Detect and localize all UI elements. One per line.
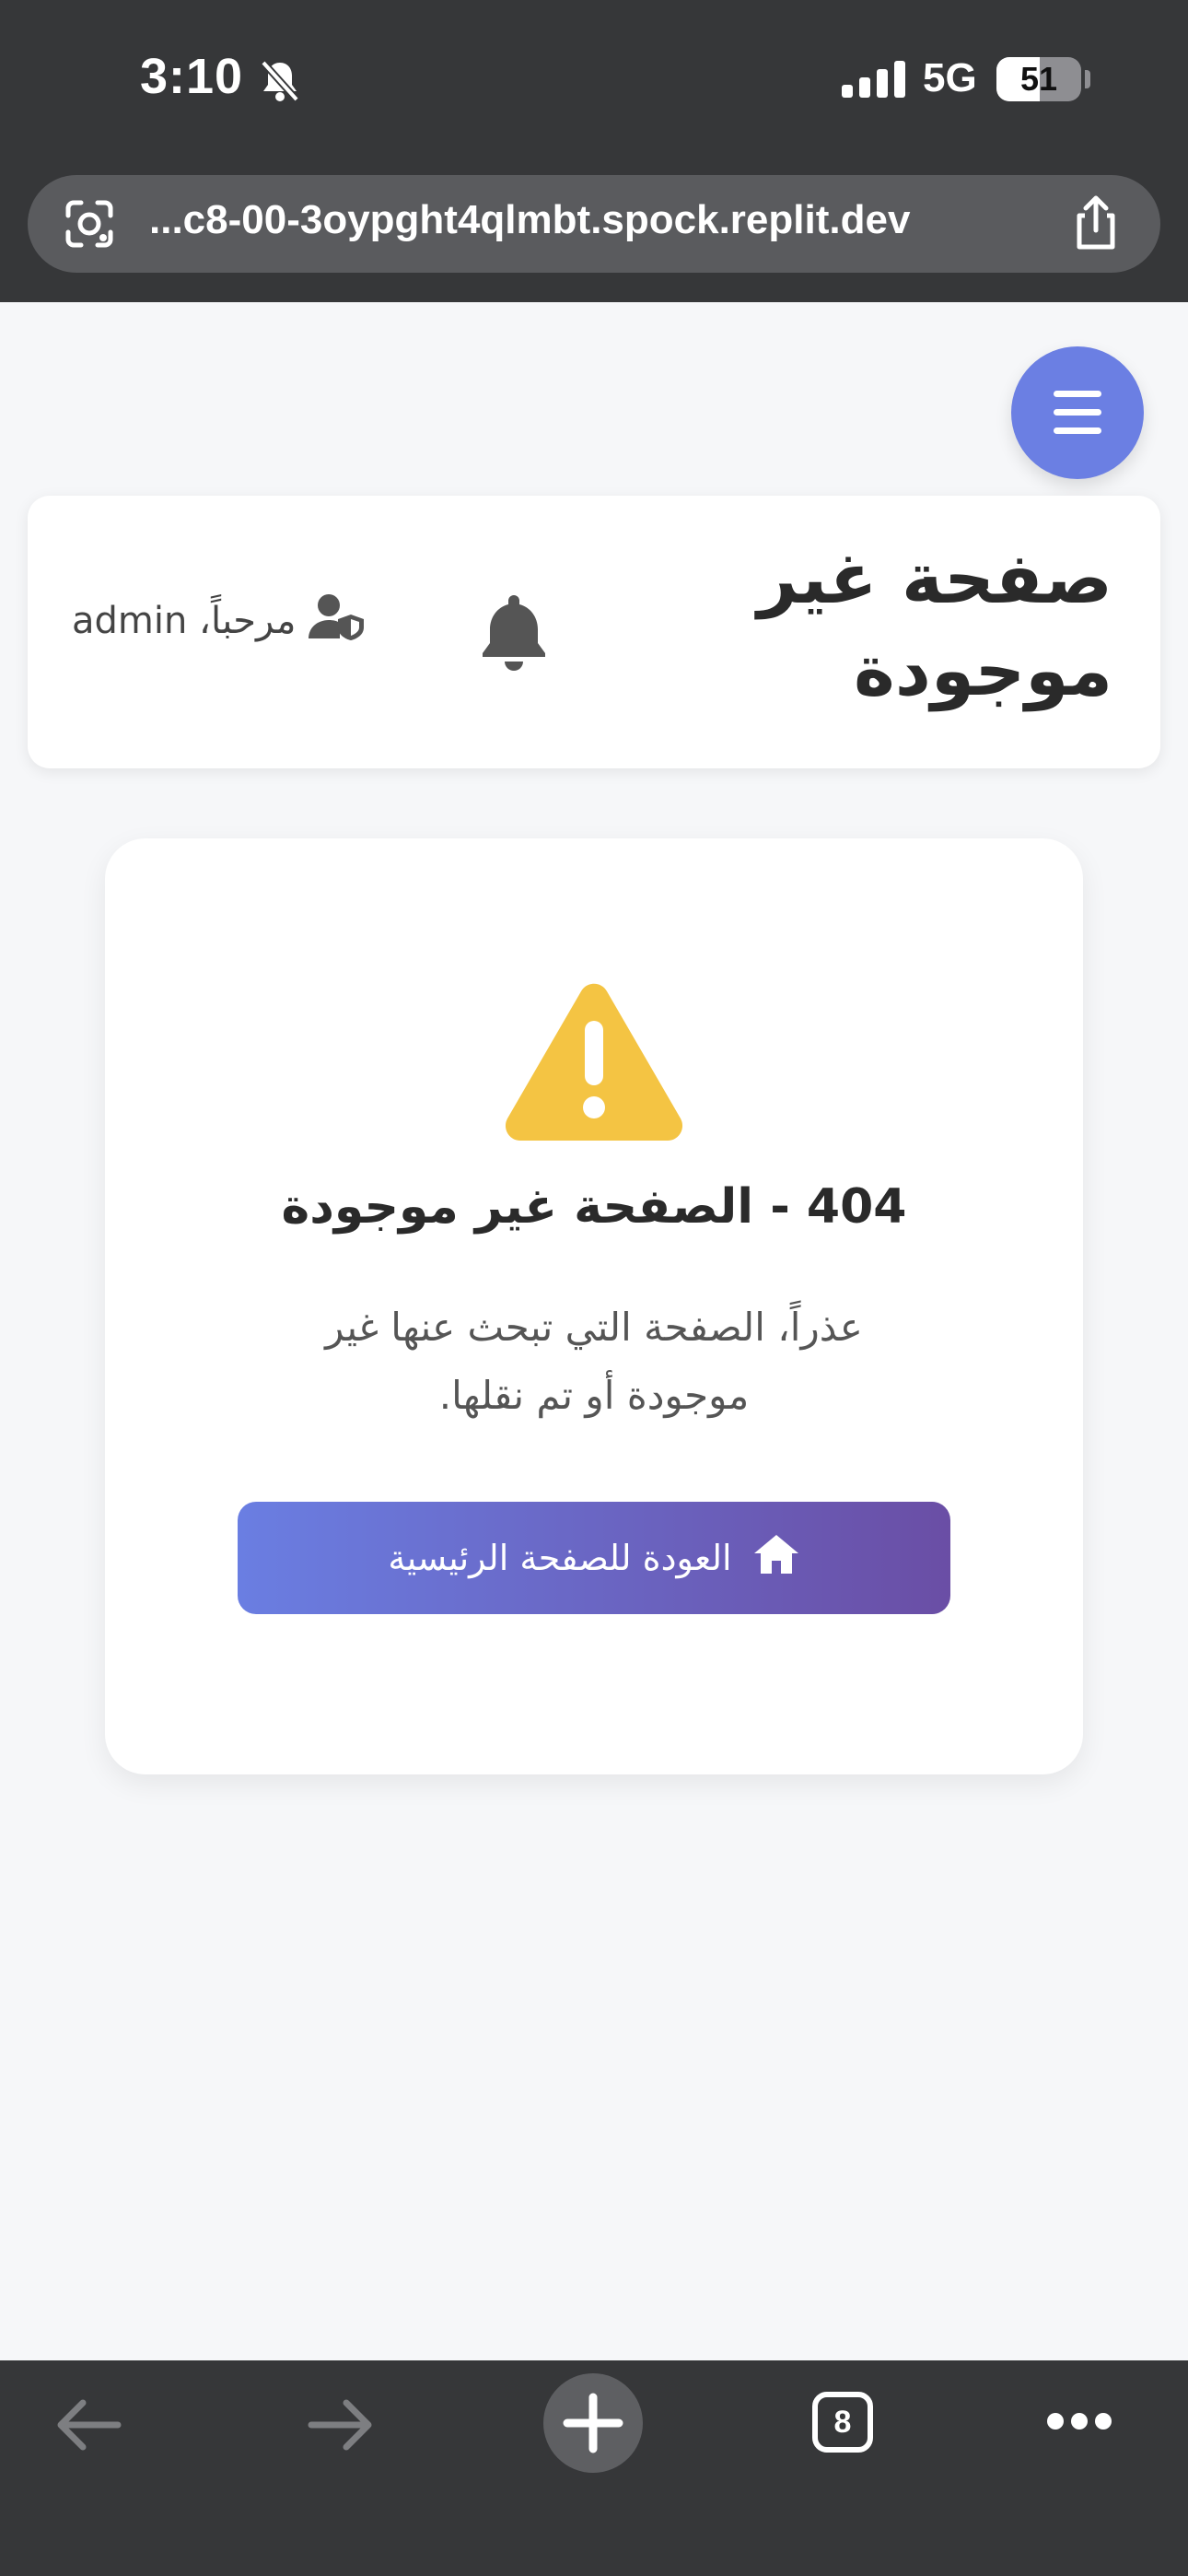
menu-line <box>1054 391 1101 397</box>
address-bar[interactable]: ...c8-00-3oypght4qlmbt.spock.replit.dev <box>28 175 1160 273</box>
welcome-user[interactable]: مرحباً، admin <box>72 593 366 649</box>
page-header: صفحة غير موجودة مرحباً، admin <box>28 496 1160 768</box>
signal-bars-icon <box>842 61 906 101</box>
page-title: صفحة غير موجودة <box>757 537 1112 711</box>
more-dots-icon[interactable] <box>1046 2412 1112 2434</box>
forward-arrow-icon[interactable] <box>308 2399 376 2454</box>
status-time: 3:10 <box>140 49 244 104</box>
battery-percent: 51 <box>1019 60 1058 98</box>
welcome-text: مرحباً، admin <box>72 600 297 642</box>
error-card: 404 - الصفحة غير موجودة عذراً، الصفحة ال… <box>105 838 1083 1774</box>
home-icon <box>752 1533 800 1584</box>
hamburger-menu-icon[interactable] <box>1011 346 1144 479</box>
browser-bottom-toolbar: 8 <box>0 2360 1188 2576</box>
bell-slash-icon <box>260 59 300 107</box>
new-tab-plus-icon[interactable] <box>543 2373 643 2473</box>
back-home-button[interactable]: العودة للصفحة الرئيسية <box>238 1502 950 1614</box>
user-shield-icon <box>307 592 366 650</box>
url-text[interactable]: ...c8-00-3oypght4qlmbt.spock.replit.dev <box>149 197 910 243</box>
back-arrow-icon[interactable] <box>53 2399 122 2454</box>
share-icon[interactable] <box>1068 193 1124 256</box>
battery-tip <box>1085 70 1090 88</box>
warning-triangle-icon <box>502 978 686 1144</box>
menu-line <box>1054 409 1101 416</box>
bell-icon[interactable] <box>457 582 571 700</box>
error-title: 404 - الصفحة غير موجودة <box>281 1179 907 1235</box>
battery-icon: 51 <box>996 57 1081 101</box>
google-lens-icon[interactable] <box>63 197 116 254</box>
menu-line <box>1054 427 1101 434</box>
tabs-icon[interactable]: 8 <box>812 2392 873 2453</box>
error-message: عذراً، الصفحة التي تبحث عنها غير موجودة … <box>325 1305 863 1418</box>
network-type: 5G <box>923 55 977 100</box>
browser-top-chrome: 3:10 5G 51 ...c8-00-3oypght4qlmbt.spock.… <box>0 0 1188 302</box>
back-home-label: العودة للصفحة الرئيسية <box>388 1538 732 1578</box>
